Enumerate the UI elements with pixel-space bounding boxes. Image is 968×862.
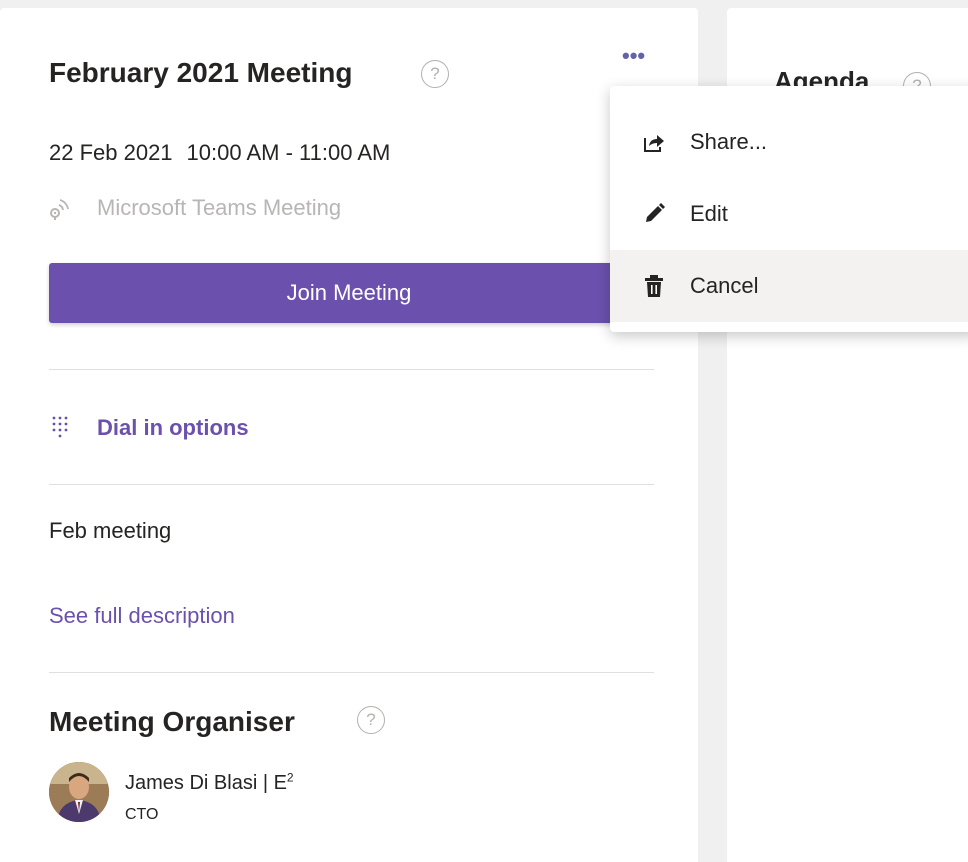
join-meeting-button[interactable]: Join Meeting <box>49 263 649 323</box>
divider <box>49 672 654 673</box>
meeting-title: February 2021 Meeting <box>49 57 353 88</box>
divider <box>49 369 654 370</box>
avatar[interactable] <box>49 762 109 822</box>
meeting-help-icon[interactable]: ? <box>421 60 449 88</box>
organiser-name: James Di Blasi | E2 <box>125 770 294 795</box>
avatar-photo <box>49 762 109 822</box>
organiser-heading: Meeting Organiser <box>49 706 295 737</box>
menu-item-label: Share... <box>690 129 768 154</box>
trash-icon <box>645 275 663 297</box>
more-options-menu: Share... Edit Cancel <box>610 86 968 332</box>
share-icon <box>644 135 664 152</box>
dialpad-icon <box>52 416 68 438</box>
organiser-name-superscript: 2 <box>286 770 294 785</box>
menu-item-cancel[interactable]: Cancel <box>610 250 968 322</box>
menu-item-edit[interactable]: Edit <box>610 178 968 250</box>
meeting-time: 10:00 AM - 11:00 AM <box>186 140 391 165</box>
meeting-location-label: Microsoft Teams Meeting <box>97 195 342 220</box>
meeting-location: Microsoft Teams Meeting <box>49 195 341 221</box>
organiser-name-text: James Di Blasi | E <box>125 772 287 794</box>
menu-item-share[interactable]: Share... <box>610 106 968 178</box>
divider <box>49 484 654 485</box>
organiser-help-icon[interactable]: ? <box>357 706 385 734</box>
pencil-icon <box>646 203 665 222</box>
organiser-role: CTO <box>125 806 159 823</box>
dial-in-options-link[interactable]: Dial in options <box>51 415 249 441</box>
meeting-description: Feb meeting <box>49 518 172 543</box>
more-options-icon[interactable]: ••• <box>622 45 645 67</box>
meeting-date: 22 Feb 2021 <box>49 140 173 165</box>
see-full-description-link[interactable]: See full description <box>49 603 235 629</box>
location-pin-icon <box>50 199 69 220</box>
menu-item-label: Cancel <box>690 273 759 298</box>
menu-item-label: Edit <box>690 201 728 226</box>
meeting-datetime: 22 Feb 2021 10:00 AM - 11:00 AM <box>49 140 390 166</box>
dial-in-options-label: Dial in options <box>97 415 249 440</box>
